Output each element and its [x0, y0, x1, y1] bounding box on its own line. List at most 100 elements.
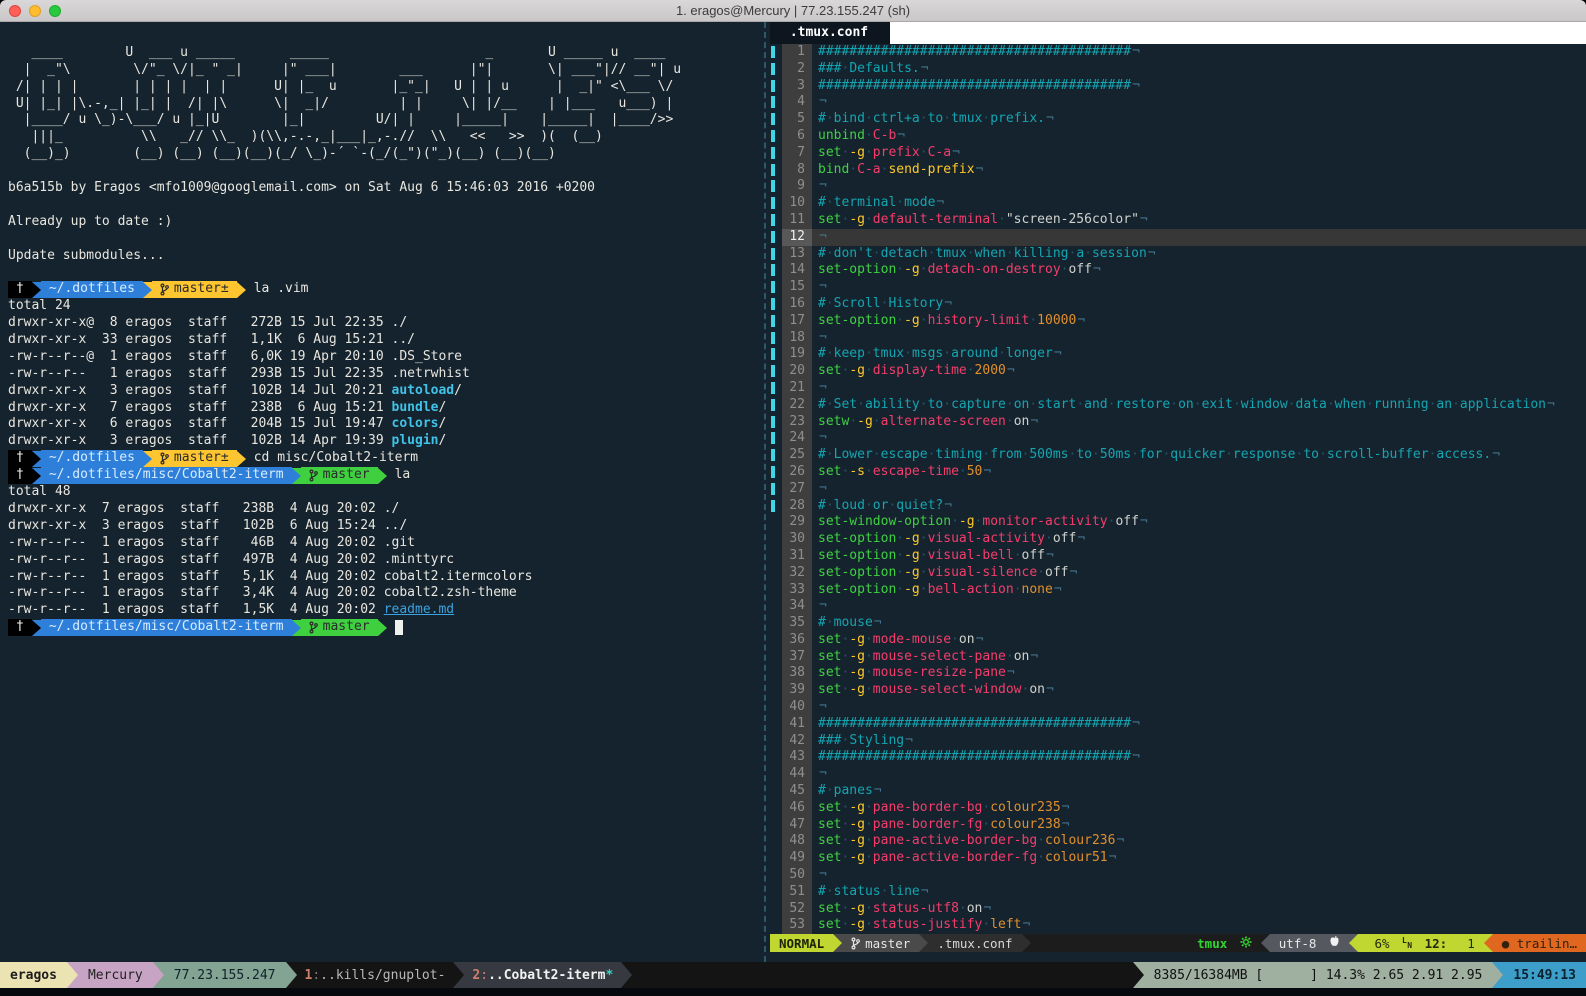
gitgutter-changed-icon — [771, 180, 775, 192]
prompt-command: la — [387, 467, 411, 484]
ls-dir-slash: / — [438, 433, 446, 448]
vim-line: 24¬ — [770, 430, 1586, 447]
vim-token: on — [967, 901, 983, 916]
statusline-warning: ● trailin… — [1493, 934, 1586, 952]
vim-token: mouse-resize-pane — [873, 665, 1006, 680]
vim-token: colour235 — [990, 800, 1060, 815]
whitespace-dot: · — [920, 313, 928, 328]
tmux-window-flag: * — [605, 968, 613, 983]
vim-tab-active[interactable]: .tmux.conf — [770, 22, 890, 44]
whitespace-dot: · — [865, 346, 873, 361]
powerline-arrow-icon — [1484, 934, 1493, 952]
gitgutter-sign — [770, 447, 782, 464]
whitespace-dot: · — [865, 833, 873, 848]
vim-token: -g — [849, 800, 865, 815]
gitgutter-changed-icon — [771, 500, 775, 512]
git-branch-icon — [309, 621, 318, 634]
vim-line-text: ###·Defaults.¬ — [812, 61, 1586, 78]
tmux-status-bar: eragosMercury77.23.155.2471:..kills/gnup… — [0, 962, 1586, 988]
ls-row: drwxr-xr-x 7 eragos staff 238B 6 Aug 15:… — [8, 400, 762, 417]
gear-icon — [1240, 936, 1252, 948]
eol-marker: ¬ — [1108, 850, 1117, 865]
shell-prompt: †~/.dotfilesmaster±cd misc/Cobalt2-iterm — [8, 450, 762, 467]
vim-line-text: set·-g·mouse-select-window·on¬ — [812, 682, 1586, 699]
vim-token: colour51 — [1045, 850, 1108, 865]
vim-line-text: #·panes¬ — [812, 783, 1586, 800]
whitespace-dot: · — [943, 111, 951, 126]
vim-line-number: 11 — [782, 212, 812, 229]
ls-row: drwxr-xr-x 7 eragos staff 238B 4 Aug 20:… — [8, 501, 762, 518]
shell-output-line: Update submodules... — [8, 248, 762, 265]
vim-token: colour236 — [1045, 833, 1115, 848]
vim-line: 31set-option·-g·visual-bell·off¬ — [770, 548, 1586, 565]
vim-token: -g — [904, 565, 920, 580]
whitespace-dot: · — [1327, 397, 1335, 412]
eol-marker: ¬ — [1045, 548, 1054, 563]
vim-line-text: #·keep·tmux·msgs·around·longer¬ — [812, 346, 1586, 363]
vim-tabline: .tmux.conf — [770, 22, 1586, 44]
vim-line: 22#·Set·ability·to·capture·on·start·and·… — [770, 397, 1586, 414]
vim-line-number: 42 — [782, 733, 812, 750]
tmux-window[interactable]: 1:..kills/gnuplot- — [297, 962, 454, 988]
whitespace-dot: · — [1029, 313, 1037, 328]
gitgutter-sign — [770, 94, 782, 111]
vim-buffer[interactable]: 1#######################################… — [770, 44, 1586, 934]
gitgutter-sign — [770, 850, 782, 867]
vim-token: set — [818, 901, 841, 916]
vim-line: 4¬ — [770, 94, 1586, 111]
close-button[interactable] — [9, 5, 21, 17]
vim-token: on — [1014, 649, 1030, 664]
vim-token: set-option — [818, 262, 896, 277]
statusline-fill: tmux — [1031, 934, 1261, 952]
ls-row: -rw-r--r-- 1 eragos staff 293B 15 Jul 22… — [8, 366, 762, 383]
whitespace-dot: · — [865, 212, 873, 227]
ls-row-name[interactable]: readme.md — [384, 602, 454, 617]
gitgutter-changed-icon — [771, 147, 775, 159]
gitgutter-sign — [770, 615, 782, 632]
tmux-window-current[interactable]: 2:..Cobalt2-iterm* — [464, 962, 621, 988]
whitespace-dot: · — [865, 665, 873, 680]
vim-line-text: ¬ — [812, 178, 1586, 195]
gitgutter-sign — [770, 733, 782, 750]
vim-pane[interactable]: .tmux.conf 1############################… — [770, 22, 1586, 962]
vim-token: status-justify — [873, 917, 983, 932]
whitespace-dot: · — [896, 195, 904, 210]
prompt-command: cd misc/Cobalt2-iterm — [246, 450, 418, 467]
ls-row-name: cobalt2.zsh-theme — [384, 585, 517, 600]
whitespace-dot: · — [920, 548, 928, 563]
eol-marker: ¬ — [982, 901, 991, 916]
statusline-line-col: 12: — [1417, 936, 1447, 951]
powerline-arrow-icon — [32, 468, 41, 484]
titlebar[interactable]: 1. eragos@Mercury | 77.23.155.247 (sh) — [0, 0, 1586, 22]
gitgutter-sign — [770, 833, 782, 850]
shell-output-line: total 24 — [8, 298, 762, 315]
shell-pane[interactable]: ____ U ___ u _____ _____ _ U _____ u ___… — [0, 22, 762, 962]
powerline-arrow-icon — [919, 934, 928, 952]
vim-line-number: 26 — [782, 464, 812, 481]
whitespace-dot: · — [865, 800, 873, 815]
pane-divider[interactable] — [764, 22, 766, 962]
minimize-button[interactable] — [29, 5, 41, 17]
vim-line-number: 40 — [782, 699, 812, 716]
gitgutter-sign — [770, 783, 782, 800]
statusline-mode: NORMAL — [770, 934, 833, 952]
whitespace-dot: · — [920, 531, 928, 546]
vim-token: -g — [849, 850, 865, 865]
eol-marker: ¬ — [1029, 649, 1038, 664]
vim-line-text: #·mouse¬ — [812, 615, 1586, 632]
zoom-button[interactable] — [49, 5, 61, 17]
ls-row-meta: -rw-r--r-- 1 eragos staff 497B 4 Aug 20:… — [8, 552, 384, 567]
vim-cmdline — [770, 952, 1586, 962]
gitgutter-changed-icon — [771, 113, 775, 125]
vim-line: 39set·-g·mouse-select-window·on¬ — [770, 682, 1586, 699]
gitgutter-changed-icon — [771, 214, 775, 226]
whitespace-dot: · — [920, 582, 928, 597]
tmux-memory-load: 8385/16384MB [ ] 14.3% 2.65 2.91 2.95 — [1144, 962, 1493, 988]
vim-line-text: #·status·line¬ — [812, 884, 1586, 901]
whitespace-dot: · — [873, 447, 881, 462]
whitespace-dot: · — [865, 649, 873, 664]
whitespace-dot: · — [826, 615, 834, 630]
gitgutter-sign — [770, 397, 782, 414]
vim-line-number: 24 — [782, 430, 812, 447]
git-branch-icon — [309, 469, 318, 482]
